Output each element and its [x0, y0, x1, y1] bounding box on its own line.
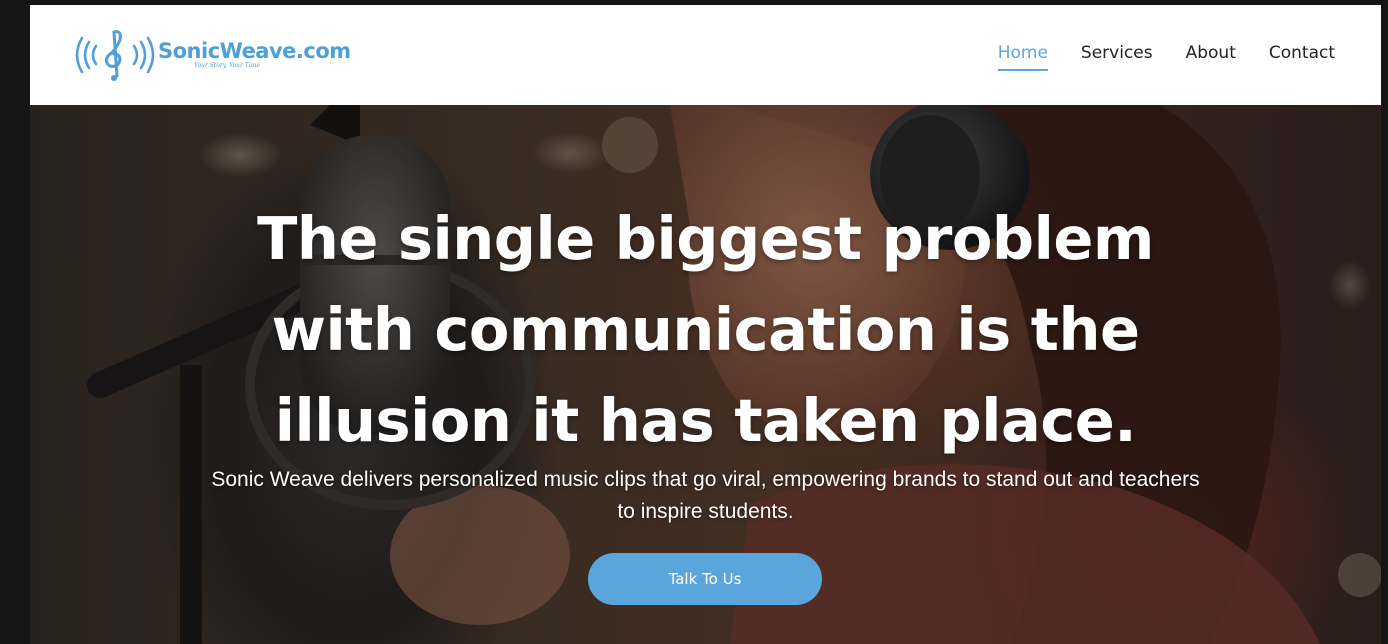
browser-viewport: SonicWeave.com Your Story, Your Tune Hom… — [30, 5, 1381, 644]
hero-headline-line-3: illusion it has taken place. — [274, 386, 1137, 455]
nav-contact[interactable]: Contact — [1269, 43, 1335, 71]
site-logo[interactable]: SonicWeave.com Your Story, Your Tune — [74, 23, 351, 87]
treble-clef-soundwave-icon — [75, 30, 155, 81]
nav-home[interactable]: Home — [997, 43, 1048, 71]
hero-subtitle: Sonic Weave delivers personalized music … — [211, 468, 1200, 523]
hero-section: The single biggest problem with communic… — [30, 105, 1381, 644]
hero-headline-line-2: with communication is the — [271, 295, 1140, 364]
hero-headline-line-1: The single biggest problem — [257, 204, 1154, 273]
brand-tagline: Your Story, Your Tune — [194, 62, 261, 69]
nav-services[interactable]: Services — [1081, 43, 1153, 71]
logo-text: SonicWeave.com Your Story, Your Tune — [158, 40, 351, 70]
main-nav: Home Services About Contact — [997, 43, 1335, 71]
site-header: SonicWeave.com Your Story, Your Tune Hom… — [30, 5, 1381, 105]
nav-about[interactable]: About — [1186, 43, 1236, 71]
hero-headline: The single biggest problem with communic… — [30, 193, 1381, 466]
talk-to-us-button[interactable]: Talk To Us — [588, 553, 822, 605]
brand-name: SonicWeave.com — [158, 39, 351, 63]
